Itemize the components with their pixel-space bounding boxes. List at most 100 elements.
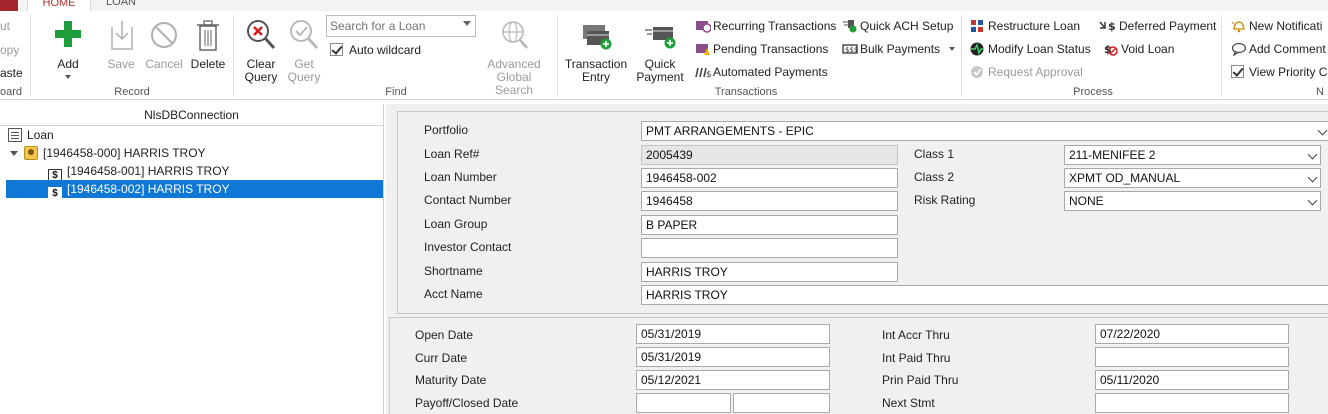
loan-detail-area: Portfolio PMT ARRANGEMENTS - EPIC Loan R…: [386, 104, 1328, 414]
view-priority-checkbox[interactable]: View Priority C: [1231, 62, 1327, 82]
bulk-payments-button[interactable]: $$$ Bulk Payments: [842, 39, 956, 59]
int-paid-thru-label: Int Paid Thru: [882, 351, 951, 365]
quick-payment-button[interactable]: Quick Payment: [633, 11, 687, 84]
add-comment-button[interactable]: Add Comment: [1231, 39, 1326, 59]
loan-ref-field: 2005439: [641, 145, 898, 165]
bulk-payments-dropdown-icon[interactable]: [949, 47, 956, 51]
tab-loan[interactable]: LOAN: [91, 0, 151, 11]
expand-arrow-icon[interactable]: [10, 151, 18, 156]
svg-text:$: $: [1108, 20, 1116, 33]
payoff-closed-date-field[interactable]: [636, 393, 731, 413]
clipboard-group-label: oard: [0, 86, 23, 98]
add-dropdown-arrow-icon: [65, 75, 71, 79]
payoff-closed-time-field[interactable]: [733, 393, 830, 413]
auto-wildcard-checkbox[interactable]: Auto wildcard: [330, 40, 421, 60]
loan-tree-panel: NlsDBConnection Loan [1946458-000] HARRI…: [0, 104, 384, 414]
tree-node-loan-selected[interactable]: $ [1946458-002] HARRIS TROY: [6, 180, 383, 201]
loan-dates-panel: Open Date 05/31/2019 Curr Date 05/31/201…: [389, 317, 1328, 414]
maturity-date-field[interactable]: 05/12/2021: [636, 370, 830, 390]
tree-node-loan[interactable]: $ [1946458-001] HARRIS TROY: [48, 162, 230, 183]
restructure-loan-button[interactable]: Restructure Loan: [970, 16, 1080, 36]
delete-label: Delete: [190, 57, 226, 71]
loan-group-field[interactable]: B PAPER: [641, 215, 898, 235]
shortname-field[interactable]: HARRIS TROY: [641, 262, 898, 282]
group-divider: [961, 15, 962, 97]
paste-button[interactable]: aste: [0, 63, 23, 83]
open-date-field[interactable]: 05/31/2019: [636, 324, 830, 344]
quick-payment-icon: [643, 17, 677, 53]
add-comment-label: Add Comment: [1249, 42, 1326, 56]
clear-query-label-line2: Query: [244, 70, 278, 84]
void-loan-icon: $: [1103, 42, 1119, 56]
curr-date-field[interactable]: 05/31/2019: [636, 347, 830, 367]
risk-rating-label: Risk Rating: [914, 193, 976, 207]
get-query-label-line2: Query: [287, 70, 321, 84]
copy-button[interactable]: opy: [0, 40, 19, 60]
modify-loan-status-button[interactable]: Modify Loan Status: [970, 39, 1091, 59]
checkbox-checked-icon[interactable]: [330, 43, 343, 56]
tree-node-contact[interactable]: [1946458-000] HARRIS TROY: [10, 144, 206, 162]
tab-home[interactable]: HOME: [27, 0, 91, 11]
class2-select[interactable]: XPMT OD_MANUAL: [1064, 168, 1321, 188]
delete-button[interactable]: Delete: [188, 11, 228, 71]
risk-rating-select[interactable]: NONE: [1064, 191, 1321, 211]
ribbon-tab-strip: HOME LOAN: [0, 0, 1328, 11]
modify-loan-status-label: Modify Loan Status: [988, 42, 1091, 56]
portfolio-label: Portfolio: [424, 123, 469, 137]
checkbox-checked-icon[interactable]: [1231, 65, 1244, 78]
deferred-payment-label: Deferred Payment: [1119, 19, 1217, 33]
automated-payments-button[interactable]: $ Automated Payments: [695, 62, 828, 82]
loan-number-field[interactable]: 1946458-002: [641, 168, 898, 188]
quick-payment-label: Quick Payment: [633, 58, 687, 84]
next-stmt-field[interactable]: [1095, 393, 1289, 413]
void-loan-button[interactable]: $ Void Loan: [1103, 39, 1174, 59]
next-stmt-label: Next Stmt: [882, 396, 935, 410]
transaction-entry-line2: Entry: [581, 70, 610, 84]
cut-label: ut: [0, 19, 11, 33]
loan-group-label: Loan Group: [424, 217, 488, 231]
pending-transactions-icon: [695, 42, 711, 56]
tree-node-loan-root[interactable]: Loan: [8, 126, 54, 144]
new-notification-button[interactable]: New Notificati: [1231, 16, 1322, 36]
modify-status-icon: [970, 42, 986, 56]
prin-paid-thru-field[interactable]: 05/11/2020: [1095, 370, 1289, 390]
cut-button[interactable]: ut: [0, 16, 10, 36]
group-divider: [30, 15, 31, 97]
clear-query-button[interactable]: Clear Query: [240, 11, 282, 84]
pending-transactions-button[interactable]: Pending Transactions: [695, 39, 828, 59]
advanced-label-line1: Advanced: [487, 57, 541, 71]
advanced-global-search-button[interactable]: Advanced Global Search: [476, 11, 552, 97]
automated-payments-icon: $: [695, 65, 712, 80]
deferred-payment-button[interactable]: $ Deferred Payment: [1099, 16, 1216, 36]
add-button[interactable]: Add: [48, 11, 88, 79]
prin-paid-thru-label: Prin Paid Thru: [882, 373, 959, 387]
trash-icon: [191, 17, 225, 53]
class1-select[interactable]: 211-MENIFEE 2: [1064, 145, 1321, 165]
tree-contact-label: [1946458-000] HARRIS TROY: [43, 146, 206, 160]
int-accr-thru-field[interactable]: 07/22/2020: [1095, 324, 1289, 344]
transaction-entry-button[interactable]: Transaction Entry: [563, 11, 629, 84]
request-approval-button[interactable]: Request Approval: [970, 62, 1083, 82]
search-loan-combobox[interactable]: [326, 15, 476, 37]
get-query-button[interactable]: Get Query: [284, 11, 324, 84]
portfolio-select[interactable]: PMT ARRANGEMENTS - EPIC: [641, 121, 1328, 141]
save-button[interactable]: Save: [102, 11, 140, 71]
loan-info-panel: Portfolio PMT ARRANGEMENTS - EPIC Loan R…: [397, 111, 1328, 314]
chevron-down-icon[interactable]: [463, 21, 471, 26]
request-approval-icon: [970, 65, 986, 79]
quick-ach-setup-button[interactable]: Quick ACH Setup: [842, 16, 953, 36]
investor-contact-field[interactable]: [641, 238, 898, 258]
cancel-label: Cancel: [145, 57, 183, 71]
transaction-entry-icon: [579, 17, 613, 53]
cancel-button[interactable]: Cancel: [144, 11, 184, 71]
add-label: Add: [57, 57, 79, 71]
int-paid-thru-field[interactable]: [1095, 347, 1289, 367]
search-loan-input[interactable]: [327, 16, 455, 36]
loan-number-label: Loan Number: [424, 170, 497, 184]
app-menu-button[interactable]: [0, 0, 18, 11]
acct-name-field[interactable]: HARRIS TROY: [641, 285, 1328, 305]
recurring-transactions-button[interactable]: Recurring Transactions: [695, 16, 836, 36]
contact-number-field[interactable]: 1946458: [641, 191, 898, 211]
class1-label: Class 1: [914, 147, 955, 161]
record-group-label: Record: [114, 86, 150, 98]
